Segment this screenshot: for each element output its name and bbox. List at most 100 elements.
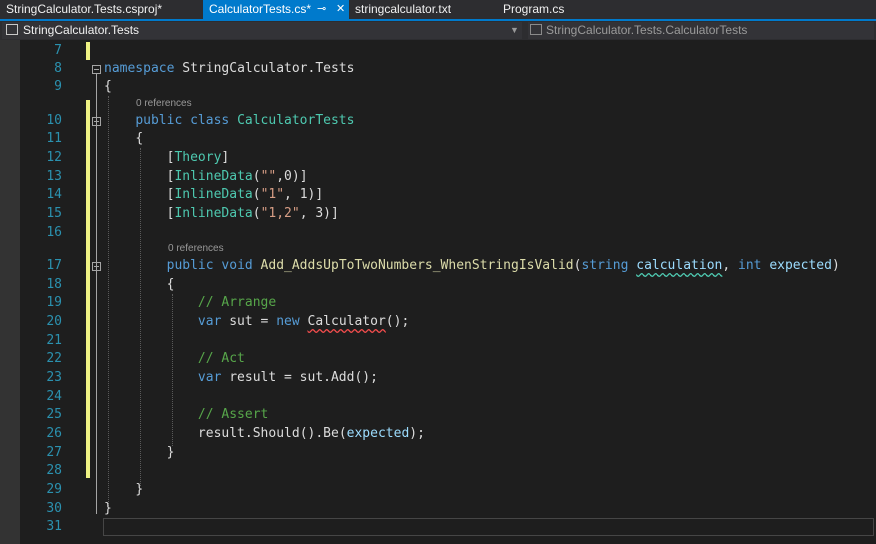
line-number: 7: [54, 43, 62, 58]
csharp-project-icon: [6, 24, 18, 35]
line-number: 29: [46, 482, 62, 497]
code-line-20: var sut = new Calculator();: [104, 313, 409, 331]
project-dropdown[interactable]: StringCalculator.Tests ▼: [2, 22, 522, 39]
keyword: var: [197, 314, 222, 329]
class-name: CalculatorTests: [237, 113, 355, 128]
project-name: StringCalculator.Tests: [23, 23, 140, 37]
type-name: StringCalculator.Tests.CalculatorTests: [546, 23, 748, 37]
code-text: ().: [299, 426, 324, 441]
class-icon: [530, 24, 542, 35]
line-number: 31: [46, 519, 62, 534]
comment: // Arrange: [197, 295, 277, 310]
brace: }: [166, 445, 175, 460]
collapse-method-icon[interactable]: [92, 262, 101, 271]
line-number: 23: [46, 370, 62, 385]
keyword: new: [276, 314, 300, 329]
navigation-bar: StringCalculator.Tests ▼ StringCalculato…: [0, 21, 876, 40]
code-text: , 3)]: [299, 206, 339, 221]
attribute-name: InlineData: [174, 206, 253, 221]
brace: {: [135, 131, 144, 146]
string-literal: "": [260, 169, 277, 184]
tab-label: CalculatorTests.cs*: [209, 2, 312, 16]
unresolved-type-error: Calculator: [307, 314, 386, 329]
method-name: Add_AddsUpToTwoNumbers_WhenStringIsValid: [260, 258, 574, 273]
change-marker: [86, 42, 90, 60]
close-icon[interactable]: ✕: [336, 0, 345, 19]
code-text: ,0)]: [276, 169, 308, 184]
code-text: result.: [197, 426, 253, 441]
tab-calculatortests[interactable]: CalculatorTests.cs* ⊸ ✕: [203, 0, 349, 19]
code-line-19: // Arrange: [104, 294, 276, 312]
type-dropdown[interactable]: StringCalculator.Tests.CalculatorTests: [528, 22, 874, 39]
parameter-name: calculation: [636, 258, 723, 273]
attribute-name: InlineData: [174, 169, 253, 184]
change-marker: [86, 100, 90, 478]
code-line-30: }: [104, 500, 112, 518]
line-number: 21: [46, 333, 62, 348]
keyword: public class: [135, 113, 230, 128]
keyword: public void: [166, 258, 253, 273]
line-number: 14: [46, 187, 62, 202]
line-number: 30: [46, 501, 62, 516]
class-references-codelens[interactable]: 0 references: [136, 98, 192, 109]
line-number: 22: [46, 351, 62, 366]
tab-label: StringCalculator.Tests.csproj*: [6, 2, 163, 16]
parameter-name: expected: [346, 426, 410, 441]
keyword: int: [738, 258, 762, 273]
line-number: 28: [46, 463, 62, 478]
collapse-class-icon[interactable]: [92, 117, 101, 126]
comment: // Act: [197, 351, 245, 366]
line-number: 13: [46, 169, 62, 184]
line-number: 8: [54, 61, 62, 76]
code-line-17: public void Add_AddsUpToTwoNumbers_WhenS…: [166, 258, 840, 273]
tab-label: Program.cs: [503, 2, 565, 16]
code-line-29: }: [104, 481, 143, 499]
code-line-25: // Assert: [104, 406, 268, 424]
code-line-26: result.Should().Be(expected);: [197, 426, 425, 441]
code-line-12: [Theory]: [104, 150, 230, 165]
method-call: Be: [323, 426, 339, 441]
line-number: 18: [46, 277, 62, 292]
line-number: 19: [46, 295, 62, 310]
document-tab-bar: StringCalculator.Tests.csproj* Calculato…: [0, 0, 876, 19]
code-line-15: [InlineData("1,2", 3)]: [104, 206, 339, 221]
brace: }: [135, 482, 144, 497]
chevron-down-icon: ▼: [510, 25, 519, 35]
string-literal: "1": [260, 187, 285, 202]
line-number: 26: [46, 426, 62, 441]
collapse-namespace-icon[interactable]: [92, 65, 101, 74]
string-literal: "1,2": [260, 206, 300, 221]
attribute-name: Theory: [174, 150, 222, 165]
method-call: Add: [330, 370, 355, 385]
attribute-name: InlineData: [174, 187, 253, 202]
line-number: 16: [46, 225, 62, 240]
keyword: namespace: [104, 61, 175, 76]
tab-label: stringcalculator.txt: [355, 2, 452, 16]
keyword: var: [197, 370, 222, 385]
code-line-9: {: [104, 78, 112, 96]
method-references-codelens[interactable]: 0 references: [168, 243, 224, 254]
code-text: ();: [385, 314, 410, 329]
line-number: 9: [54, 79, 62, 94]
code-line-11: {: [104, 130, 143, 148]
code-text: , 1)]: [284, 187, 324, 202]
line-number: 10: [46, 113, 62, 128]
code-line-10: public class CalculatorTests: [104, 112, 354, 130]
code-editor[interactable]: 7 8 9 10 11 12 13 14 15 16 17 18 19 20 2…: [0, 40, 876, 544]
code-text: );: [409, 426, 425, 441]
pin-icon[interactable]: ⊸: [317, 0, 326, 19]
code-text: result = sut.: [221, 370, 331, 385]
code-line-18: {: [104, 276, 175, 294]
tab-csproj[interactable]: StringCalculator.Tests.csproj*: [0, 0, 206, 19]
line-number: 25: [46, 407, 62, 422]
tab-program[interactable]: Program.cs: [503, 0, 623, 19]
brace: {: [104, 79, 112, 94]
tab-stringcalculator-txt[interactable]: stringcalculator.txt: [355, 0, 495, 19]
code-line-27: }: [104, 444, 175, 462]
line-number: 24: [46, 389, 62, 404]
code-line-14: [InlineData("1", 1)]: [104, 187, 324, 202]
line-number: 11: [46, 131, 62, 146]
line-number: 17: [46, 258, 62, 273]
namespace-name: StringCalculator.Tests: [174, 61, 355, 76]
line-number: 27: [46, 445, 62, 460]
